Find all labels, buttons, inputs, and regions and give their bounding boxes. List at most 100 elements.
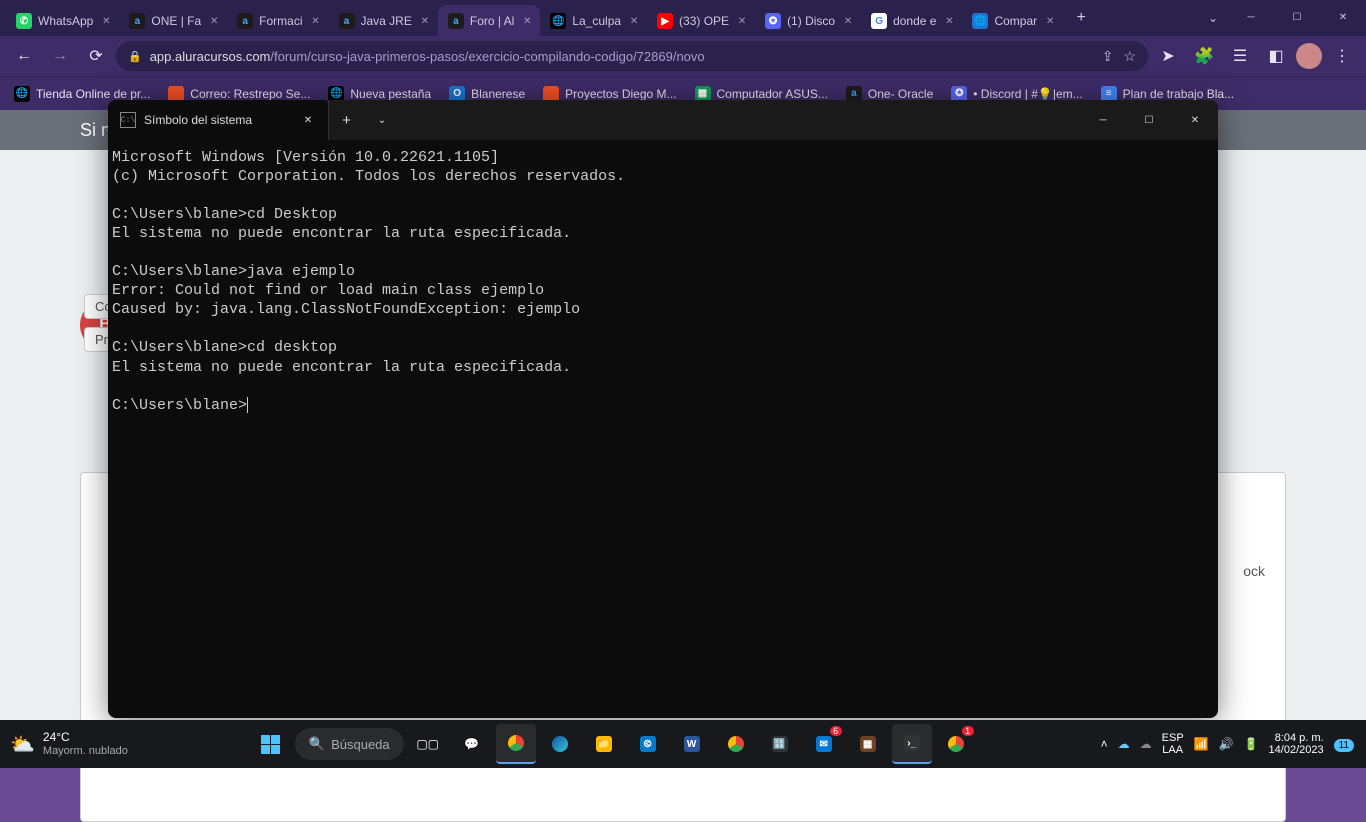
notification-center[interactable]: 11 <box>1334 737 1354 751</box>
terminal-line: C:\Users\blane>java ejemplo <box>112 262 1214 281</box>
wifi-icon[interactable]: 📶 <box>1194 737 1209 751</box>
sidepanel-icon[interactable]: ◧ <box>1260 40 1292 72</box>
tab-close-icon[interactable]: ✕ <box>735 14 749 28</box>
browser-tab-3[interactable]: a Java JRE ✕ <box>329 5 438 37</box>
tab-close-icon[interactable]: ✕ <box>520 14 534 28</box>
weather-desc: Mayorm. nublado <box>43 745 128 757</box>
taskbar-chrome-icon[interactable] <box>496 724 536 764</box>
taskbar-vscode-icon[interactable]: ⧀ <box>628 724 668 764</box>
taskbar-explorer-icon[interactable]: 📁 <box>584 724 624 764</box>
bookmark-label: Blanerese <box>471 87 525 101</box>
bookmark-label: Plan de trabajo Bla... <box>1123 87 1234 101</box>
tab-title: Compar <box>994 14 1037 28</box>
terminal-cursor <box>247 397 248 413</box>
volume-icon[interactable]: 🔊 <box>1219 737 1234 751</box>
terminal-minimize-button[interactable]: ─ <box>1080 100 1126 140</box>
tab-favicon-icon: a <box>448 13 464 29</box>
extensions-icon[interactable]: 🧩 <box>1188 40 1220 72</box>
language-indicator[interactable]: ESP LAA <box>1162 732 1184 756</box>
tab-favicon-icon: a <box>237 13 253 29</box>
chrome-menu-button[interactable]: ⋮ <box>1326 40 1358 72</box>
profile-avatar[interactable] <box>1296 43 1322 69</box>
tray-chevron-icon[interactable]: ˄ <box>1101 737 1108 751</box>
tab-close-icon[interactable]: ✕ <box>942 14 956 28</box>
browser-tab-0[interactable]: ✆ WhatsApp ✕ <box>6 5 119 37</box>
tab-title: Formaci <box>259 14 302 28</box>
cursor-icon[interactable]: ➤ <box>1152 40 1184 72</box>
terminal-dropdown-icon[interactable]: ⌄ <box>364 100 400 140</box>
browser-tab-4[interactable]: a Foro | Al ✕ <box>438 5 540 37</box>
browser-tab-6[interactable]: ▶ (33) OPE ✕ <box>647 5 755 37</box>
taskbar-app-icon-1[interactable]: ▦ <box>848 724 888 764</box>
address-bar[interactable]: 🔒 app.aluracursos.com/forum/curso-java-p… <box>116 41 1148 71</box>
terminal-close-button[interactable]: ✕ <box>1172 100 1218 140</box>
reading-list-icon[interactable]: ☰ <box>1224 40 1256 72</box>
terminal-line <box>112 186 1214 205</box>
forward-button[interactable]: → <box>44 40 76 72</box>
terminal-body[interactable]: Microsoft Windows [Versión 10.0.22621.11… <box>108 140 1218 718</box>
chrome3-badge: 1 <box>962 726 974 736</box>
terminal-maximize-button[interactable]: ☐ <box>1126 100 1172 140</box>
tab-title: La_culpa <box>572 14 621 28</box>
back-button[interactable]: ← <box>8 40 40 72</box>
block-text: ock <box>1243 563 1265 579</box>
new-tab-button[interactable]: + <box>1067 4 1095 32</box>
browser-titlebar: ✆ WhatsApp ✕a ONE | Fa ✕a Formaci ✕a Jav… <box>0 0 1366 36</box>
weather-temp: 24°C <box>43 731 128 744</box>
tab-close-icon[interactable]: ✕ <box>207 14 221 28</box>
window-maximize-button[interactable]: ☐ <box>1274 2 1320 32</box>
tab-close-icon[interactable]: ✕ <box>309 14 323 28</box>
reload-button[interactable]: ⟳ <box>80 40 112 72</box>
bookmark-star-icon[interactable]: ☆ <box>1123 48 1136 65</box>
terminal-titlebar: C:\ Símbolo del sistema ✕ + ⌄ ─ ☐ ✕ <box>108 100 1218 140</box>
browser-tab-2[interactable]: a Formaci ✕ <box>227 5 328 37</box>
window-minimize-button[interactable]: ─ <box>1228 2 1274 32</box>
browser-tab-7[interactable]: ✪ (1) Disco ✕ <box>755 5 861 37</box>
tray-cloud-icon[interactable]: ☁ <box>1140 737 1152 751</box>
tab-title: WhatsApp <box>38 14 93 28</box>
task-view-button[interactable]: ▢▢ <box>408 724 448 764</box>
browser-tab-5[interactable]: 🌐 La_culpa ✕ <box>540 5 647 37</box>
tab-title: (1) Disco <box>787 14 835 28</box>
cmd-icon: C:\ <box>120 112 136 128</box>
taskbar-terminal-icon[interactable]: ›_ <box>892 724 932 764</box>
tab-close-icon[interactable]: ✕ <box>627 14 641 28</box>
browser-tab-1[interactable]: a ONE | Fa ✕ <box>119 5 227 37</box>
taskbar-word-icon[interactable]: W <box>672 724 712 764</box>
terminal-new-tab-button[interactable]: + <box>328 100 364 140</box>
terminal-line <box>112 319 1214 338</box>
window-close-button[interactable]: ✕ <box>1320 2 1366 32</box>
bookmark-label: One- Oracle <box>868 87 933 101</box>
taskbar-chrome2-icon[interactable] <box>716 724 756 764</box>
share-icon[interactable]: ⇪ <box>1102 48 1114 65</box>
taskbar-search[interactable]: 🔍 Búsqueda <box>295 728 404 760</box>
tab-favicon-icon: ✪ <box>765 13 781 29</box>
start-button[interactable] <box>251 724 291 764</box>
bookmark-label: • Discord | #💡|em... <box>973 87 1082 101</box>
tab-favicon-icon: 🌐 <box>972 13 988 29</box>
terminal-line: Caused by: java.lang.ClassNotFoundExcept… <box>112 300 1214 319</box>
taskbar-calc-icon[interactable]: 🔢 <box>760 724 800 764</box>
chat-icon[interactable]: 💬 <box>452 724 492 764</box>
taskbar-weather[interactable]: ⛅ 24°C Mayorm. nublado <box>0 731 138 756</box>
bookmark-label: Proyectos Diego M... <box>565 87 676 101</box>
taskbar-clock[interactable]: 8:04 p. m. 14/02/2023 <box>1269 732 1324 756</box>
search-label: Búsqueda <box>331 737 390 752</box>
mail-badge: 6 <box>830 726 842 736</box>
tab-close-icon[interactable]: ✕ <box>1043 14 1057 28</box>
browser-tab-8[interactable]: G donde e ✕ <box>861 5 962 37</box>
bookmark-favicon-icon: 🌐 <box>14 86 30 102</box>
battery-icon[interactable]: 🔋 <box>1244 737 1259 751</box>
tab-search-chevron-icon[interactable]: ⌄ <box>1198 11 1228 25</box>
terminal-window: C:\ Símbolo del sistema ✕ + ⌄ ─ ☐ ✕ Micr… <box>108 100 1218 718</box>
browser-tab-9[interactable]: 🌐 Compar ✕ <box>962 5 1063 37</box>
terminal-tab[interactable]: C:\ Símbolo del sistema ✕ <box>108 100 328 140</box>
terminal-tab-close-button[interactable]: ✕ <box>300 115 316 126</box>
tab-close-icon[interactable]: ✕ <box>99 14 113 28</box>
tab-close-icon[interactable]: ✕ <box>841 14 855 28</box>
taskbar-edge-icon[interactable] <box>540 724 580 764</box>
terminal-line: El sistema no puede encontrar la ruta es… <box>112 224 1214 243</box>
tray-onedrive-icon[interactable]: ☁ <box>1118 737 1130 751</box>
tab-favicon-icon: ✆ <box>16 13 32 29</box>
tab-close-icon[interactable]: ✕ <box>418 14 432 28</box>
